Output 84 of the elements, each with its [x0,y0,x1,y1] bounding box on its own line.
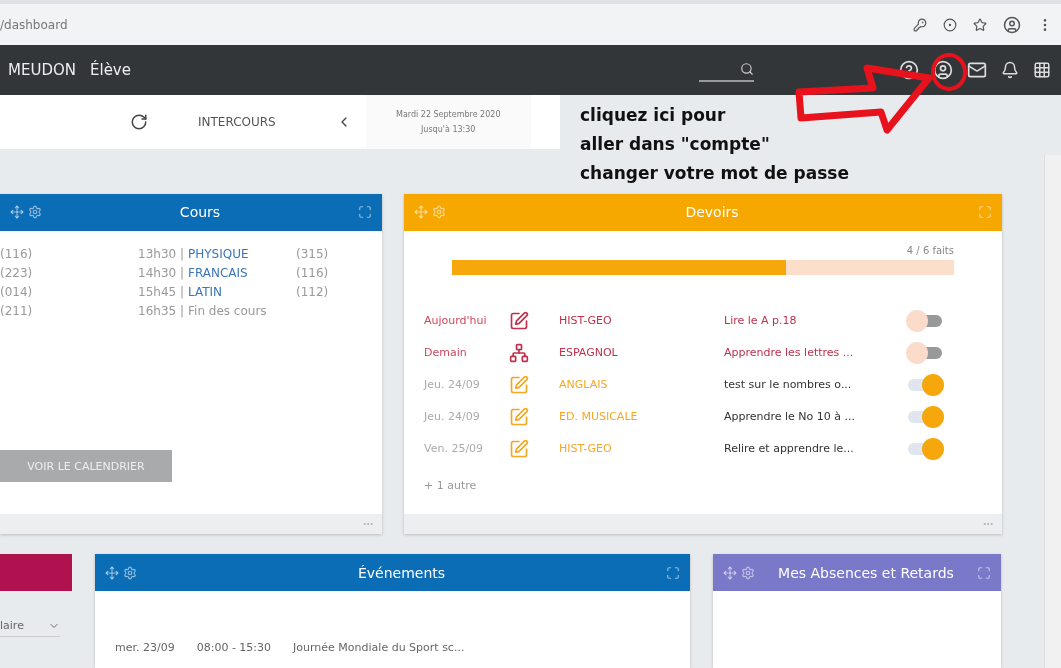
homework-text[interactable]: Lire le A p.18 [724,314,902,327]
room-text: (223) [0,266,34,280]
subject-link[interactable]: LATIN [188,285,296,299]
maximize-icon[interactable] [358,205,372,219]
move-icon[interactable] [10,205,24,219]
end-of-lessons-text: Fin des cours [188,304,267,318]
homework-text[interactable]: Apprendre les lettres ... [724,346,902,359]
move-icon[interactable] [723,565,737,580]
user-icon[interactable] [933,60,953,80]
homework-text[interactable]: Relire et apprendre le... [724,442,902,455]
account-icon[interactable] [1003,15,1021,34]
lesson-time: 13h30 | [138,247,184,261]
done-toggle[interactable] [906,437,944,460]
event-date: mer. 23/09 [115,641,175,654]
annotation-line: cliquez ici pour [580,104,727,127]
due-date: Demain [424,346,468,359]
star-icon[interactable] [973,17,987,32]
done-toggle[interactable] [906,373,944,396]
intercours-button[interactable]: INTERCOURS [198,114,276,129]
help-icon[interactable] [899,60,919,80]
done-toggle[interactable] [906,405,944,428]
room-text: (116) [0,247,34,261]
homework-text[interactable]: Apprendre le No 10 à ... [724,410,902,423]
subject-text: HIST-GEO [559,314,613,327]
subject-text: ESPAGNOL [559,346,619,359]
search-icon[interactable] [740,62,754,76]
due-date: Jeu. 24/09 [424,410,481,423]
widget-title: Devoirs [684,204,740,220]
lesson-time: 16h35 | [138,304,184,318]
url-text[interactable]: /dashboard [0,17,68,32]
lesson-time: 14h30 | [138,266,184,280]
until-text: Jusqu'à 13:30 [421,124,476,134]
settings-icon[interactable] [741,565,755,580]
subject-text: ED. MUSICALE [559,410,639,423]
room-text: (112) [296,285,329,299]
done-toggle[interactable] [906,309,944,332]
lesson-time: 15h45 | [138,285,184,299]
due-date: Jeu. 24/09 [424,378,481,391]
homework-text[interactable]: test sur le nombres o... [724,378,902,391]
settings-icon[interactable] [123,565,137,580]
dropdown-value: laire [0,619,24,632]
circle-icon[interactable] [943,17,957,32]
apps-grid-icon[interactable] [1033,61,1051,79]
school-name: MEUDON [8,61,76,79]
highlight-circle-mark [931,53,967,91]
edit-icon [509,310,529,331]
room-text: (211) [0,304,34,318]
date-text: Mardi 22 Septembre 2020 [396,109,501,119]
mail-icon[interactable] [967,60,987,80]
due-date: Ven. 25/09 [424,442,485,455]
maximize-icon[interactable] [666,565,680,580]
key-icon[interactable] [913,17,927,32]
edit-icon [509,374,529,395]
event-time: 08:00 - 15:30 [196,641,272,654]
move-icon[interactable] [414,205,428,219]
subject-link[interactable]: FRANCAIS [188,266,296,280]
edit-icon [509,406,529,427]
more-link[interactable]: + 1 autre [424,479,982,492]
widget-title: Cours [178,204,222,220]
dropdown-field[interactable]: laire [0,619,60,637]
widget-title: Mes Absences et Retards [777,564,955,581]
event-title[interactable]: Journée Mondiale du Sport sc... [293,641,465,654]
subject-link[interactable]: PHYSIQUE [188,247,296,261]
done-toggle[interactable] [906,341,944,364]
subject-text: HIST-GEO [559,442,613,455]
progress-label: 4 / 6 faits [906,244,954,256]
due-date: Aujourd'hui [424,314,488,327]
move-icon[interactable] [105,565,119,580]
room-text: (116) [296,266,329,280]
role-label: Élève [90,61,131,79]
bell-icon[interactable] [1001,61,1019,79]
settings-icon[interactable] [432,205,446,219]
annotation-line: aller dans "compte" [580,133,771,156]
room-text: (014) [0,285,34,299]
settings-icon[interactable] [28,205,42,219]
room-text: (315) [296,247,329,261]
annotation-line: changer votre mot de passe [580,162,849,185]
edit-icon [509,438,529,459]
subject-text: ANGLAIS [559,378,609,391]
refresh-icon[interactable] [130,112,148,131]
network-icon [509,342,529,363]
widget-header [0,554,72,591]
widget-title: Événements [356,564,447,581]
maximize-icon[interactable] [977,565,991,580]
